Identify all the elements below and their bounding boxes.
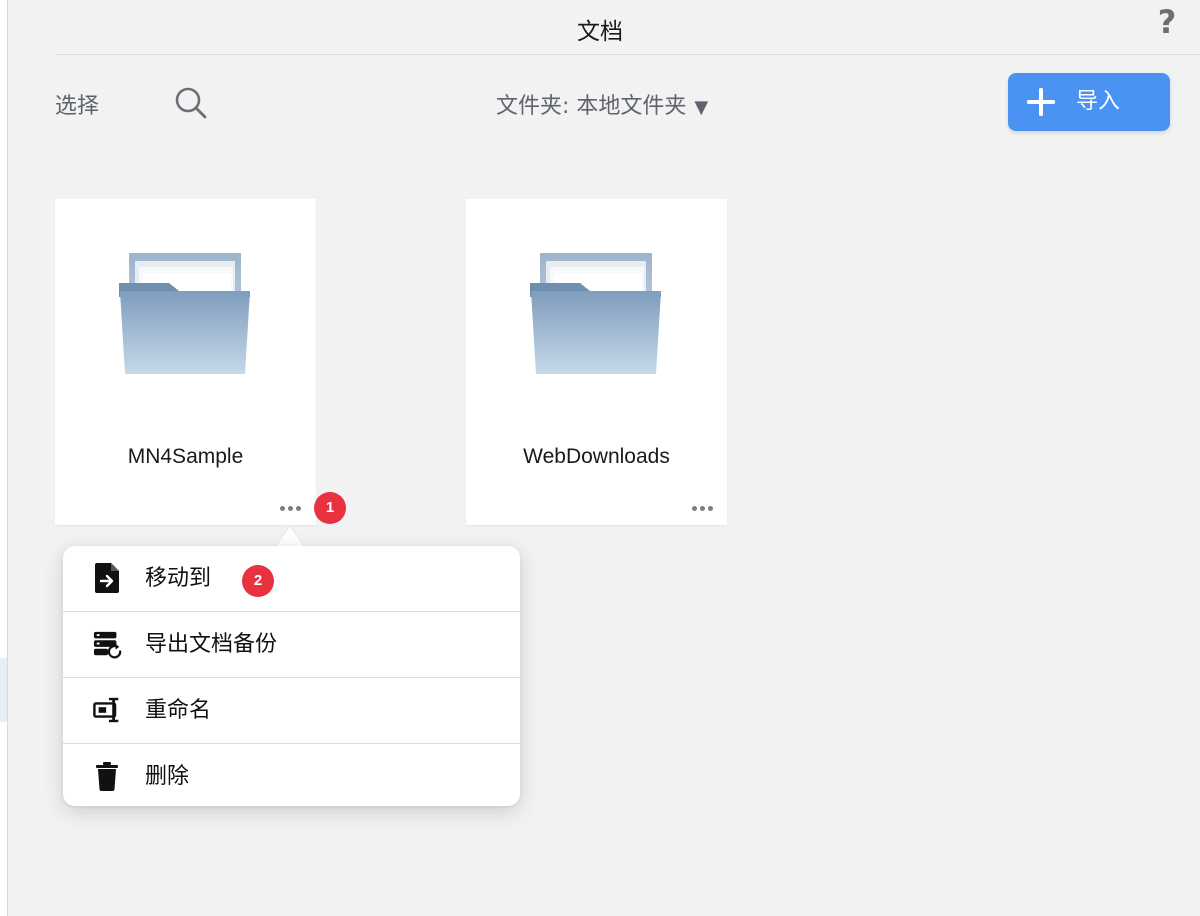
header-divider — [55, 54, 1200, 55]
folder-icon — [530, 253, 661, 374]
move-to-icon — [95, 563, 119, 593]
menu-item-export-backup[interactable]: 导出文档备份 — [63, 611, 520, 677]
more-options-button[interactable] — [276, 499, 306, 517]
more-dot — [692, 506, 697, 511]
more-dot — [700, 506, 705, 511]
search-button[interactable] — [172, 84, 210, 122]
context-menu: 移动到 导出文档备份 重命名 删除 — [63, 546, 520, 806]
folder-card[interactable]: MN4Sample — [55, 199, 316, 525]
folder-name: MN4Sample — [127, 445, 244, 468]
left-panel-selection — [0, 658, 7, 722]
trash-icon — [96, 762, 118, 791]
caret-down-icon: ▼ — [694, 97, 709, 118]
import-button[interactable]: 导入 — [1008, 73, 1170, 131]
folder-selector-value: 本地文件夹 — [576, 94, 687, 119]
more-options-button[interactable] — [688, 499, 718, 517]
help-button[interactable]: ? — [1153, 2, 1181, 42]
menu-item-label: 移动到 — [145, 566, 212, 591]
folder-selector[interactable]: 文件夹: 本地文件夹 ▼ — [496, 88, 708, 120]
export-backup-icon — [93, 631, 122, 659]
folder-name: WebDownloads — [523, 445, 670, 468]
more-dot — [288, 506, 293, 511]
folder-icon — [119, 253, 250, 374]
more-dot — [296, 506, 301, 511]
plus-icon — [1027, 88, 1055, 116]
menu-item-move-to[interactable]: 移动到 — [63, 546, 520, 611]
import-button-label: 导入 — [1076, 89, 1121, 114]
left-panel-edge — [0, 0, 8, 916]
menu-item-label: 删除 — [145, 764, 190, 789]
menu-item-label: 重命名 — [145, 698, 212, 723]
folder-card[interactable]: WebDownloads — [466, 199, 727, 525]
rename-icon — [93, 697, 119, 723]
select-button[interactable]: 选择 — [55, 88, 99, 120]
step-badge: 2 — [242, 565, 274, 597]
menu-item-label: 导出文档备份 — [145, 632, 278, 657]
menu-item-rename[interactable]: 重命名 — [63, 677, 520, 743]
folder-selector-prefix: 文件夹: — [496, 94, 577, 119]
step-badge: 1 — [314, 492, 346, 524]
more-dot — [708, 506, 713, 511]
search-icon — [175, 87, 207, 119]
menu-item-delete[interactable]: 删除 — [63, 743, 520, 806]
more-dot — [280, 506, 285, 511]
page-title: 文档 — [577, 19, 623, 45]
menu-pointer — [276, 527, 304, 547]
